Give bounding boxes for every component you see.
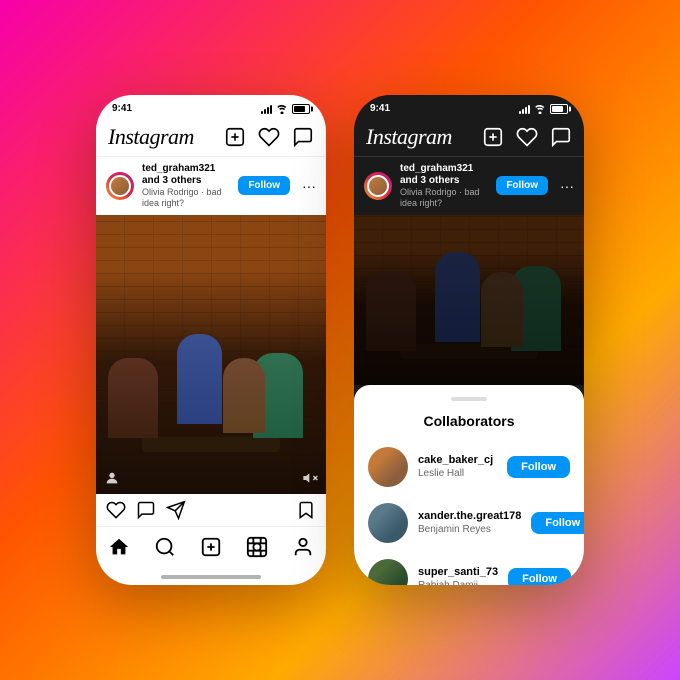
collab-name-3: Rabiah Damji [418,579,498,585]
collab-info-2: xander.the.great178 Benjamin Reyes [418,509,521,536]
collaborators-sheet: Collaborators cake_baker_cj Leslie Hall … [354,385,584,585]
collab-avatar-1[interactable] [368,447,408,487]
instagram-logo-light: Instagram [108,124,194,150]
nav-search-icon[interactable] [153,535,177,559]
post-header-dark: ted_graham321 and 3 others Olivia Rodrig… [354,157,584,215]
collab-info-3: super_santi_73 Rabiah Damji [418,565,498,585]
follow-collab-3-button[interactable]: Follow [508,568,571,585]
wifi-icon-dark [534,104,546,114]
battery-icon [292,104,310,114]
status-icons-dark [519,104,568,114]
collab-name-1: Leslie Hall [418,467,497,480]
more-options-icon-light[interactable]: ··· [302,178,316,194]
sheet-title: Collaborators [354,413,584,429]
post-user-info-light: ted_graham321 and 3 others Olivia Rodrig… [142,163,230,209]
signal-icon [261,104,272,114]
phone-dark: 9:41 Instagram [354,95,584,585]
post-header-light: ted_graham321 and 3 others Olivia Rodrig… [96,157,326,215]
collab-username-2: xander.the.great178 [418,509,521,523]
post-actions-light [96,494,326,526]
follow-button-dark[interactable]: Follow [496,176,548,195]
header-icons-light [224,126,314,148]
time-light: 9:41 [112,103,132,114]
heart-nav-icon[interactable] [258,126,280,148]
post-caption-dark: Olivia Rodrigo · bad idea right? [400,187,488,209]
messenger-icon-dark[interactable] [550,126,572,148]
post-avatar-dark[interactable] [364,172,392,200]
follow-button-light[interactable]: Follow [238,176,290,195]
post-username-light: ted_graham321 and 3 others [142,163,230,187]
messenger-icon[interactable] [292,126,314,148]
bottom-nav-light [96,526,326,571]
nav-add-icon[interactable] [199,535,223,559]
bookmark-icon[interactable] [296,500,316,520]
post-caption-light: Olivia Rodrigo · bad idea right? [142,187,230,209]
comment-icon[interactable] [136,500,156,520]
sheet-handle [451,397,487,401]
collaborator-item-1: cake_baker_cj Leslie Hall Follow [354,439,584,495]
status-icons-light [261,104,310,114]
time-dark: 9:41 [370,103,390,114]
collab-username-1: cake_baker_cj [418,453,497,467]
add-post-icon-dark[interactable] [482,126,504,148]
collaborator-item-2: xander.the.great178 Benjamin Reyes Follo… [354,495,584,551]
post-image-dark [354,215,584,385]
follow-collab-1-button[interactable]: Follow [507,456,570,478]
instagram-logo-dark: Instagram [366,124,452,150]
collaborator-item-3: super_santi_73 Rabiah Damji Follow [354,551,584,585]
post-image-light [96,215,326,494]
heart-nav-icon-dark[interactable] [516,126,538,148]
wifi-icon [276,104,288,114]
nav-home-icon[interactable] [107,535,131,559]
like-icon[interactable] [106,500,126,520]
more-options-icon-dark[interactable]: ··· [560,178,574,194]
collab-info-1: cake_baker_cj Leslie Hall [418,453,497,480]
nav-profile-icon[interactable] [291,535,315,559]
post-user-info-dark: ted_graham321 and 3 others Olivia Rodrig… [400,163,488,209]
share-icon[interactable] [166,500,186,520]
home-indicator-light [161,575,261,579]
follow-collab-2-button[interactable]: Follow [531,512,584,534]
post-avatar-light[interactable] [106,172,134,200]
instagram-header-dark: Instagram [354,118,584,157]
phone-light: 9:41 Instagram [96,95,326,585]
add-post-icon[interactable] [224,126,246,148]
collab-username-3: super_santi_73 [418,565,498,579]
battery-icon-dark [550,104,568,114]
collab-avatar-2[interactable] [368,503,408,543]
nav-reels-icon[interactable] [245,535,269,559]
post-username-dark: ted_graham321 and 3 others [400,163,488,187]
profile-pic-indicator [104,470,120,486]
volume-icon[interactable] [302,470,318,486]
status-bar-light: 9:41 [96,95,326,118]
signal-icon-dark [519,104,530,114]
collab-name-2: Benjamin Reyes [418,523,521,536]
collab-avatar-3[interactable] [368,559,408,585]
status-bar-dark: 9:41 [354,95,584,118]
instagram-header-light: Instagram [96,118,326,157]
header-icons-dark [482,126,572,148]
